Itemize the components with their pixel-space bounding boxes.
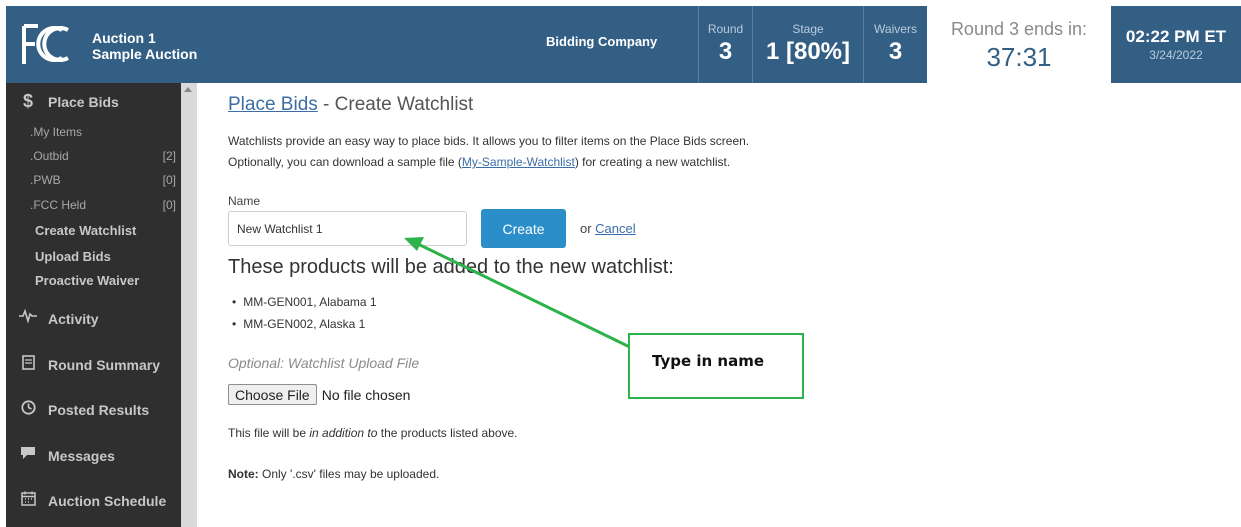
sidebar-sub-label: .PWB [30,173,61,187]
stage-value: 1 [80%] [765,38,851,65]
countdown-label: Round 3 ends in: [950,19,1088,39]
sidebar-sub-pwb[interactable]: .PWB [0] [30,173,176,187]
scroll-up-arrow-icon[interactable] [184,87,192,92]
create-button[interactable]: Create [481,209,566,248]
auction-header-bar: Auction 1 Sample Auction Bidding Company [6,6,698,83]
description: Watchlists provide an easy way to place … [228,131,749,173]
sidebar-scrollbar[interactable] [181,83,197,527]
upload-file-label: Optional: Watchlist Upload File [228,355,420,371]
sidebar-sub-my-items[interactable]: .My Items [30,125,176,139]
sidebar-item-round-summary[interactable]: Round Summary [6,355,160,375]
auction-title: Auction 1 [92,30,156,46]
breadcrumb-place-bids-link[interactable]: Place Bids [228,94,318,115]
sidebar-sub-count: [0] [162,173,176,187]
round-indicator: Round 3 [698,6,752,83]
calendar-icon [14,491,42,511]
bidder-name: Bidding Company [546,34,658,49]
sidebar-item-activity[interactable]: Activity [6,308,99,328]
callout-text: Type in name [652,352,765,370]
auction-subtitle: Sample Auction [92,46,198,62]
sidebar-item-label: Activity [48,310,99,327]
description-text-a: Optionally, you can download a sample fi… [228,155,462,169]
sidebar-item-auction-schedule[interactable]: Auction Schedule [6,491,166,511]
file-upload: Choose File No file chosen [228,384,410,405]
round-value: 3 [718,38,733,65]
clock-time: 02:22 PM ET [1125,27,1227,46]
annotation-callout: Type in name [628,333,804,399]
clock-date: 3/24/2022 [1149,48,1203,62]
csv-note: Note: Only '.csv' files may be uploaded. [228,467,439,481]
sidebar-sub-count: [2] [162,149,176,163]
sidebar-sub-count: [0] [162,198,176,212]
sidebar-sub-fcc-held[interactable]: .FCC Held [0] [30,198,176,212]
auction-name: Auction 1 Sample Auction [92,30,197,62]
waivers-indicator: Waivers 3 [863,6,927,83]
file-status: No file chosen [321,386,411,403]
sidebar-item-label: Posted Results [48,402,150,418]
clock-icon [14,400,42,420]
sidebar-item-label: Round Summary [48,357,161,373]
sidebar-sub-label: .My Items [30,125,83,139]
list-item: MM-GEN001, Alabama 1 [232,291,376,313]
document-icon [14,355,42,375]
sidebar-sub-label: .Outbid [30,149,69,163]
sidebar-item-label: Messages [48,447,115,464]
addition-emphasis: in addition to [309,426,378,440]
description-line-2: Optionally, you can download a sample fi… [228,152,749,173]
products-heading: These products will be added to the new … [228,256,674,278]
countdown-value: 37:31 [986,42,1052,72]
page-title: Place Bids - Create Watchlist [228,94,473,116]
page-title-text: - Create Watchlist [317,94,474,115]
round-label: Round [707,22,744,36]
addition-note: This file will be in addition to the pro… [228,426,518,440]
sidebar-item-place-bids[interactable]: $ Place Bids [6,91,119,112]
clock: 02:22 PM ET 3/24/2022 [1111,6,1241,83]
stage-indicator: Stage 1 [80%] [752,6,863,83]
stage-label: Stage [792,22,824,36]
sidebar-item-posted-results[interactable]: Posted Results [6,400,149,420]
sidebar-item-messages[interactable]: Messages [6,446,115,465]
sidebar-item-label: Auction Schedule [48,493,167,509]
addition-text-b: the products listed above. [377,426,518,440]
sidebar-item-label: Place Bids [48,93,119,110]
cancel-link[interactable]: Cancel [595,221,635,236]
list-item: MM-GEN002, Alaska 1 [232,313,377,335]
round-countdown: Round 3 ends in: 37:31 [927,6,1111,83]
sidebar-sub-outbid[interactable]: .Outbid [2] [30,149,176,163]
watchlist-name-input[interactable] [228,211,467,246]
description-text-b: ) for creating a new watchlist. [574,155,731,169]
sidebar-item-upload-bids[interactable]: Upload Bids [35,249,111,264]
or-cancel: or Cancel [580,221,636,236]
choose-file-button[interactable]: Choose File [228,384,317,405]
sidebar-item-proactive-waiver[interactable]: Proactive Waiver [35,273,139,288]
waivers-value: 3 [888,38,903,65]
note-label: Note: [228,467,259,481]
sidebar: $ Place Bids .My Items .Outbid [2] .PWB … [6,83,181,527]
activity-icon [14,308,42,328]
sidebar-sub-label: .FCC Held [30,198,87,212]
fcc-logo [22,24,69,64]
dollar-icon: $ [22,91,33,111]
name-label: Name [228,194,261,208]
waivers-label: Waivers [874,22,917,36]
sidebar-item-create-watchlist[interactable]: Create Watchlist [35,223,136,238]
or-text: or [580,221,596,236]
message-icon [14,446,42,465]
addition-text-a: This file will be [228,426,310,440]
description-line-1: Watchlists provide an easy way to place … [228,134,750,148]
note-text: Only '.csv' files may be uploaded. [258,467,440,481]
top-header: Auction 1 Sample Auction Bidding Company… [0,0,1241,83]
sample-file-link[interactable]: My-Sample-Watchlist [462,155,575,169]
products-list: MM-GEN001, Alabama 1 MM-GEN002, Alaska 1 [232,291,377,335]
